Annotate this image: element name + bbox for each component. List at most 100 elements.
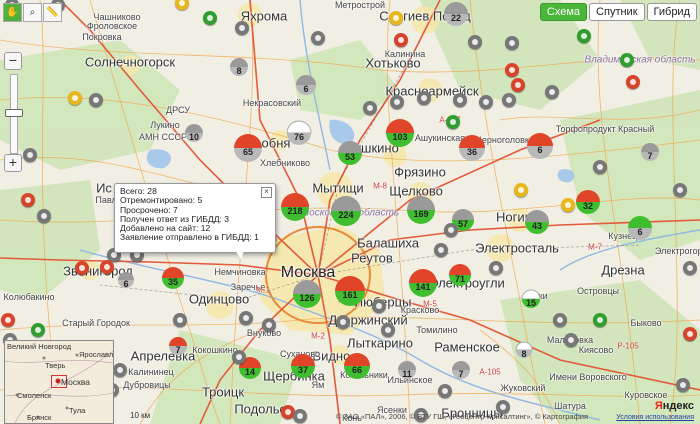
incident-marker-icon[interactable] <box>389 11 403 25</box>
zoom-tool-button[interactable]: ⌕ <box>23 3 42 22</box>
cluster-marker[interactable]: 36 <box>457 133 487 163</box>
incident-marker-icon[interactable] <box>577 29 591 43</box>
incident-marker-icon[interactable] <box>593 313 607 327</box>
cluster-marker[interactable]: 6 <box>525 131 555 161</box>
incident-marker-icon[interactable] <box>89 93 103 107</box>
incident-marker-icon[interactable] <box>262 318 276 332</box>
incident-marker-icon[interactable] <box>683 327 697 341</box>
cluster-marker[interactable]: 169 <box>405 194 437 226</box>
incident-marker-icon[interactable] <box>390 95 404 109</box>
cluster-count: 76 <box>293 131 304 142</box>
cluster-marker[interactable]: 8 <box>514 340 534 360</box>
incident-marker-icon[interactable] <box>232 350 246 364</box>
ruler-tool-button[interactable]: 📏 <box>43 3 62 22</box>
terms-link[interactable]: Условия использования <box>616 414 694 421</box>
incident-marker-icon[interactable] <box>394 33 408 47</box>
cluster-marker[interactable]: 37 <box>289 352 317 380</box>
incident-marker-icon[interactable] <box>239 311 253 325</box>
cluster-marker[interactable]: 11 <box>396 359 418 381</box>
incident-marker-icon[interactable] <box>446 115 460 129</box>
incident-marker-icon[interactable] <box>479 95 493 109</box>
map-type-hybrid-button[interactable]: Гибрид <box>646 3 697 21</box>
overview-minimap[interactable]: Великий Новгород Тверь Ярославл Москва С… <box>4 340 114 424</box>
incident-marker-icon[interactable] <box>31 323 45 337</box>
cluster-marker[interactable]: 6 <box>294 73 318 97</box>
cluster-marker[interactable]: 15 <box>520 288 542 310</box>
cluster-marker[interactable]: 71 <box>447 262 473 288</box>
cluster-marker[interactable]: 141 <box>407 267 439 299</box>
hand-icon: ✋ <box>6 7 19 18</box>
zoom-in-button[interactable]: + <box>4 154 22 172</box>
incident-marker-icon[interactable] <box>468 35 482 49</box>
cluster-marker[interactable]: 22 <box>442 0 470 28</box>
incident-marker-icon[interactable] <box>511 78 525 92</box>
incident-marker-icon[interactable] <box>673 183 687 197</box>
cluster-marker[interactable]: 218 <box>279 191 311 223</box>
incident-marker-icon[interactable] <box>100 260 114 274</box>
incident-marker-icon[interactable] <box>444 223 458 237</box>
cluster-marker[interactable]: 7 <box>639 141 661 163</box>
incident-marker-icon[interactable] <box>311 31 325 45</box>
incident-marker-icon[interactable] <box>75 261 89 275</box>
incident-marker-icon[interactable] <box>293 409 307 423</box>
incident-marker-icon[interactable] <box>381 323 395 337</box>
incident-marker-icon[interactable] <box>514 183 528 197</box>
cluster-marker[interactable]: 7 <box>450 359 472 381</box>
cluster-marker[interactable]: 10 <box>183 122 205 144</box>
incident-marker-icon[interactable] <box>336 315 350 329</box>
cluster-marker[interactable]: 43 <box>523 208 551 236</box>
incident-marker-icon[interactable] <box>372 299 386 313</box>
incident-marker-icon[interactable] <box>489 261 503 275</box>
cluster-marker[interactable]: 66 <box>342 351 372 381</box>
cluster-marker[interactable]: 103 <box>384 117 416 149</box>
incident-marker-icon[interactable] <box>438 384 452 398</box>
incident-marker-icon[interactable] <box>505 63 519 77</box>
incident-marker-icon[interactable] <box>113 363 127 377</box>
cluster-marker[interactable]: 7 <box>167 335 189 357</box>
cluster-marker[interactable]: 53 <box>336 139 364 167</box>
incident-marker-icon[interactable] <box>620 53 634 67</box>
incident-marker-icon[interactable] <box>545 85 559 99</box>
zoom-out-button[interactable]: − <box>4 52 22 70</box>
incident-marker-icon[interactable] <box>203 11 217 25</box>
map-type-satellite-button[interactable]: Спутник <box>589 3 645 21</box>
incident-marker-icon[interactable] <box>21 193 35 207</box>
incident-marker-icon[interactable] <box>23 148 37 162</box>
map-type-scheme-button[interactable]: Схема <box>539 3 588 21</box>
incident-marker-icon[interactable] <box>417 91 431 105</box>
cluster-marker[interactable]: 224 <box>329 194 363 228</box>
magnifier-icon: ⌕ <box>29 7 36 18</box>
zoom-slider-thumb[interactable] <box>5 108 23 117</box>
incident-marker-icon[interactable] <box>1 313 15 327</box>
cluster-marker[interactable]: 65 <box>232 132 264 164</box>
minimap-label-moscow: Москва <box>61 377 91 387</box>
cluster-marker[interactable]: 161 <box>333 274 367 308</box>
cluster-marker[interactable]: 35 <box>160 265 186 291</box>
yandex-logo[interactable]: Яндекс <box>655 400 694 412</box>
incident-marker-icon[interactable] <box>363 101 377 115</box>
cluster-count: 224 <box>338 209 354 220</box>
hand-tool-button[interactable]: ✋ <box>3 3 22 22</box>
incident-marker-icon[interactable] <box>434 243 448 257</box>
popup-close-button[interactable]: × <box>261 187 272 198</box>
cluster-marker[interactable]: 76 <box>285 119 313 147</box>
incident-marker-icon[interactable] <box>676 378 690 392</box>
incident-marker-icon[interactable] <box>68 91 82 105</box>
cluster-marker[interactable]: 6 <box>116 270 136 290</box>
incident-marker-icon[interactable] <box>564 333 578 347</box>
incident-marker-icon[interactable] <box>37 209 51 223</box>
incident-marker-icon[interactable] <box>502 93 516 107</box>
incident-marker-icon[interactable] <box>561 198 575 212</box>
incident-marker-icon[interactable] <box>593 160 607 174</box>
cluster-marker[interactable]: 8 <box>228 56 250 78</box>
incident-marker-icon[interactable] <box>626 75 640 89</box>
cluster-marker[interactable]: 6 <box>626 214 654 242</box>
incident-marker-icon[interactable] <box>505 36 519 50</box>
incident-marker-icon[interactable] <box>683 261 697 275</box>
cluster-marker[interactable]: 126 <box>291 278 323 310</box>
incident-marker-icon[interactable] <box>235 21 249 35</box>
incident-marker-icon[interactable] <box>553 313 567 327</box>
incident-marker-icon[interactable] <box>453 93 467 107</box>
incident-marker-icon[interactable] <box>173 313 187 327</box>
cluster-marker[interactable]: 32 <box>574 188 602 216</box>
